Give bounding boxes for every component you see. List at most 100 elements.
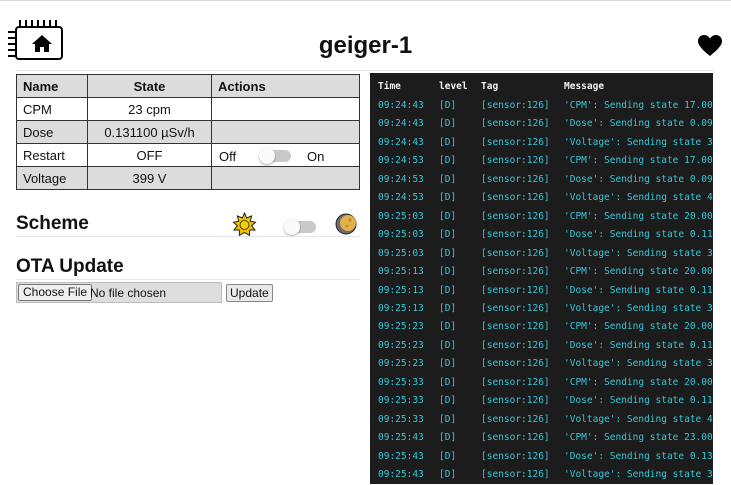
log-time: 09:25:33 xyxy=(378,395,424,407)
scheme-heading: Scheme xyxy=(16,213,89,234)
log-level: [D] xyxy=(439,450,457,462)
log-level: [D] xyxy=(439,266,457,278)
log-time: 09:24:53 xyxy=(378,173,424,185)
log-tag: [sensor:126] xyxy=(481,100,550,111)
log-message: 'Voltage': Sending state 3 xyxy=(564,469,713,480)
entity-name: Restart xyxy=(16,143,88,167)
log-message: 'Voltage': Sending state 4 xyxy=(564,192,713,204)
log-message: 'Dose': Sending state 0.11 xyxy=(564,339,713,351)
log-level: [D] xyxy=(439,192,457,204)
moon-icon[interactable] xyxy=(335,213,357,235)
entity-name: CPM xyxy=(16,97,88,121)
log-message: 'Dose': Sending state 0.09 xyxy=(564,118,713,130)
log-level: [D] xyxy=(439,339,457,351)
log-tag: [sensor:126] xyxy=(481,192,550,204)
log-tag: [sensor:126] xyxy=(481,302,550,314)
log-tag: [sensor:126] xyxy=(481,229,550,241)
log-tag: [sensor:126] xyxy=(481,450,550,462)
log-message: 'CPM': Sending state 20.00 xyxy=(564,266,713,278)
entity-state: 399 V xyxy=(87,166,212,190)
log-level: [D] xyxy=(439,173,457,185)
restart-on-label: On xyxy=(307,149,325,164)
log-time: 09:25:23 xyxy=(378,321,424,333)
restart-toggle[interactable] xyxy=(259,148,291,164)
log-time: 09:24:53 xyxy=(378,192,424,204)
restart-off-label: Off xyxy=(219,149,237,164)
log-time: 09:25:23 xyxy=(378,339,424,351)
log-level: [D] xyxy=(439,229,457,241)
entity-state: 0.131100 µSv/h xyxy=(87,120,212,144)
log-time: 09:25:13 xyxy=(378,302,424,314)
log-time: 09:25:43 xyxy=(378,469,424,480)
log-level: [D] xyxy=(439,210,457,222)
file-input[interactable]: Choose File No file chosen xyxy=(16,282,222,303)
entity-name: Voltage xyxy=(16,166,88,190)
log-time: 09:25:33 xyxy=(378,376,424,388)
log-message: 'Voltage': Sending state 3 xyxy=(564,247,713,259)
log-message: 'Voltage': Sending state 3 xyxy=(564,358,713,370)
log-header-message: Message xyxy=(564,81,605,92)
scheme-toggle[interactable] xyxy=(284,219,316,235)
log-tag: [sensor:126] xyxy=(481,321,550,333)
log-time: 09:25:13 xyxy=(378,284,424,296)
choose-file-button[interactable]: Choose File xyxy=(18,284,93,301)
log-tag: [sensor:126] xyxy=(481,155,550,167)
log-message: 'CPM': Sending state 17.00 xyxy=(564,100,713,111)
log-level: [D] xyxy=(439,395,457,407)
log-message: 'Dose': Sending state 0.11 xyxy=(564,395,713,407)
log-tag: [sensor:126] xyxy=(481,210,550,222)
log-level: [D] xyxy=(439,413,457,425)
log-message: 'Dose': Sending state 0.13 xyxy=(564,450,713,462)
log-tag: [sensor:126] xyxy=(481,136,550,148)
entity-state: 23 cpm xyxy=(87,97,212,121)
log-time: 09:25:13 xyxy=(378,266,424,278)
ota-heading: OTA Update xyxy=(16,256,124,277)
heart-icon[interactable] xyxy=(697,34,723,58)
entity-actions xyxy=(211,97,360,121)
entity-state: OFF xyxy=(87,143,212,167)
log-message: 'Voltage': Sending state 4 xyxy=(564,413,713,425)
log-message: 'CPM': Sending state 23.00 xyxy=(564,432,713,444)
column-header-actions: Actions xyxy=(211,74,360,98)
entity-actions xyxy=(211,166,360,190)
log-tag: [sensor:126] xyxy=(481,173,550,185)
log-message: 'Dose': Sending state 0.11 xyxy=(564,284,713,296)
log-level: [D] xyxy=(439,247,457,259)
log-header-time: Time xyxy=(378,81,401,92)
log-message: 'Dose': Sending state 0.09 xyxy=(564,173,713,185)
log-tag: [sensor:126] xyxy=(481,376,550,388)
log-level: [D] xyxy=(439,432,457,444)
log-header-level: level xyxy=(439,81,468,92)
log-panel[interactable]: Time level Tag Message 09:24:43 [D] [senso… xyxy=(370,73,713,484)
log-time: 09:25:43 xyxy=(378,432,424,444)
log-message: 'Dose': Sending state 0.11 xyxy=(564,229,713,241)
toggle-knob xyxy=(284,219,300,235)
header-divider xyxy=(16,70,715,71)
column-header-name: Name xyxy=(16,74,88,98)
table-row: CPM 23 cpm xyxy=(16,97,360,121)
log-level: [D] xyxy=(439,118,457,130)
log-time: 09:25:33 xyxy=(378,413,424,425)
log-tag: [sensor:126] xyxy=(481,339,550,351)
log-time: 09:24:53 xyxy=(378,155,424,167)
log-time: 09:24:43 xyxy=(378,136,424,148)
log-message: 'CPM': Sending state 17.00 xyxy=(564,155,713,167)
log-message: 'CPM': Sending state 20.00 xyxy=(564,321,713,333)
log-tag: [sensor:126] xyxy=(481,432,550,444)
log-tag: [sensor:126] xyxy=(481,118,550,130)
update-button[interactable]: Update xyxy=(226,284,273,302)
log-level: [D] xyxy=(439,321,457,333)
log-time: 09:24:43 xyxy=(378,100,424,111)
log-level: [D] xyxy=(439,284,457,296)
log-level: [D] xyxy=(439,358,457,370)
log-tag: [sensor:126] xyxy=(481,247,550,259)
entity-name: Dose xyxy=(16,120,88,144)
table-row: Dose 0.131100 µSv/h xyxy=(16,120,360,144)
log-tag: [sensor:126] xyxy=(481,358,550,370)
sun-icon[interactable] xyxy=(232,211,257,237)
log-time: 09:25:23 xyxy=(378,358,424,370)
entity-actions: Off On xyxy=(211,143,360,167)
log-message: 'CPM': Sending state 20.00 xyxy=(564,210,713,222)
ota-divider xyxy=(16,279,360,280)
log-time: 09:25:03 xyxy=(378,229,424,241)
